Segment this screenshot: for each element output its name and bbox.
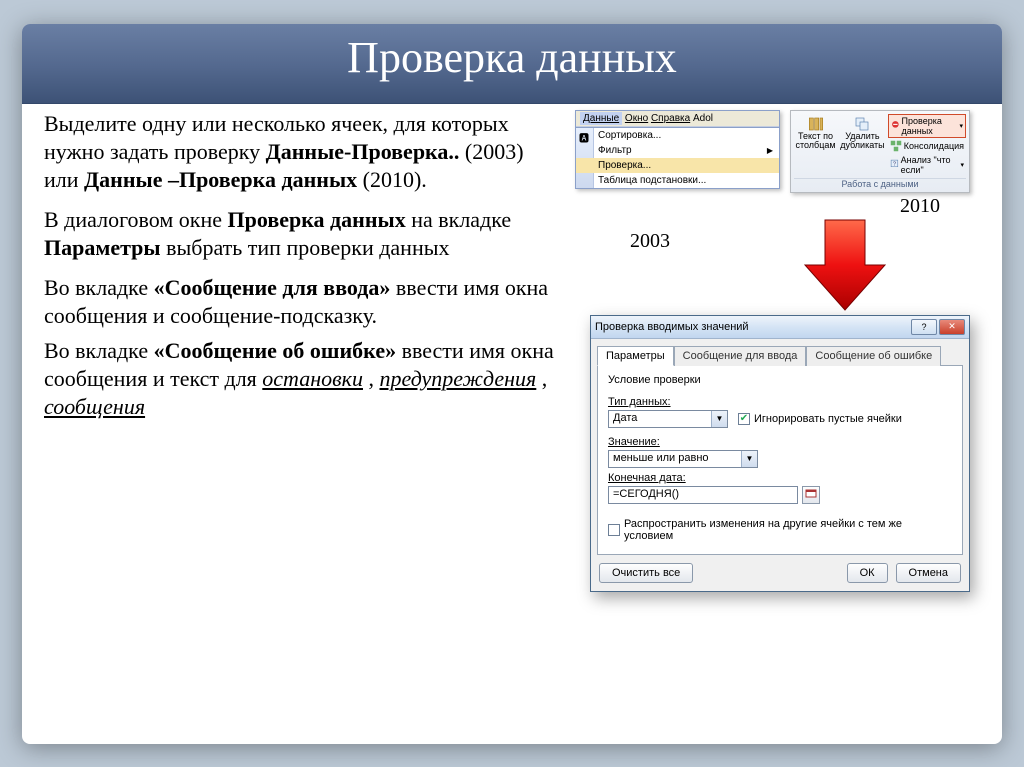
clear-all-button[interactable]: Очистить все	[599, 563, 693, 583]
text: выбрать тип проверки данных	[166, 235, 449, 260]
content: Выделите одну или несколько ячеек, для к…	[22, 104, 1002, 444]
slide-title: Проверка данных	[22, 24, 1002, 104]
caption-2010: 2010	[900, 195, 940, 218]
text: ,	[542, 366, 548, 391]
ok-button[interactable]: ОК	[847, 563, 888, 583]
group-title: Условие проверки	[608, 374, 952, 386]
label-data-type: Тип данных:	[608, 396, 728, 408]
dialog-footer: Очистить все ОК Отмена	[591, 555, 969, 591]
red-down-arrow-icon	[800, 215, 890, 315]
menu-help[interactable]: Справка	[651, 113, 690, 124]
close-button[interactable]: ✕	[939, 319, 965, 335]
combo-value: меньше или равно	[609, 451, 741, 467]
text-bold: «Сообщение об ошибке»	[154, 338, 396, 363]
field-data-type: Тип данных: Дата ▼	[608, 396, 728, 428]
tab-parameters[interactable]: Параметры	[597, 346, 674, 366]
text-bold: Данные –Проверка данных	[84, 167, 357, 192]
help-button[interactable]: ?	[911, 319, 937, 335]
paragraph-3: Во вкладке «Сообщение для ввода» ввести …	[44, 274, 560, 330]
caption-2003: 2003	[630, 230, 670, 253]
submenu-arrow-icon: ▶	[767, 146, 773, 155]
paragraph-4: Во вкладке «Сообщение об ошибке» ввести …	[44, 337, 560, 421]
ribbon-remove-duplicates[interactable]: Удалить дубликаты	[840, 114, 885, 176]
svg-text:?: ?	[893, 161, 896, 167]
paragraph-1: Выделите одну или несколько ячеек, для к…	[44, 110, 560, 194]
menu-item-validation[interactable]: Проверка...	[576, 158, 779, 173]
text-underline: предупреждения	[379, 366, 536, 391]
text-underline: сообщения	[44, 394, 145, 419]
validation-dialog: Проверка вводимых значений ? ✕ Параметры…	[590, 315, 970, 592]
menu-item-table[interactable]: Таблица подстановки...	[576, 173, 779, 188]
menu-window[interactable]: Окно	[625, 113, 648, 124]
text-bold: «Сообщение для ввода»	[154, 275, 391, 300]
dialog-titlebar: Проверка вводимых значений ? ✕	[591, 316, 969, 339]
dropdown-arrow-icon[interactable]: ▼	[741, 451, 757, 467]
text-bold: Проверка данных	[228, 207, 406, 232]
columns-icon	[808, 116, 824, 132]
text-bold: Данные-Проверка..	[266, 139, 460, 164]
ribbon-data-validation[interactable]: Проверка данных▾	[888, 114, 966, 138]
dropdown-arrow-icon[interactable]: ▼	[711, 411, 727, 427]
excel-2003-menu: Данные Окно Справка Adol 🅰 Сортировка...…	[575, 110, 780, 189]
tab-input-message[interactable]: Сообщение для ввода	[674, 346, 807, 366]
checkbox-icon	[608, 524, 620, 536]
label-value: Значение:	[608, 436, 952, 448]
field-value: Значение: меньше или равно ▼	[608, 436, 952, 468]
menubar: Данные Окно Справка Adol	[576, 111, 779, 127]
menu-item-sort[interactable]: 🅰 Сортировка...	[576, 128, 779, 143]
menu-item-filter[interactable]: Фильтр▶	[576, 143, 779, 158]
ribbon-row: Текст по столбцам Удалить дубликаты	[794, 114, 966, 176]
paragraph-2: В диалоговом окне Проверка данных на вкл…	[44, 206, 560, 262]
text: на вкладке	[411, 207, 511, 232]
input-value: =СЕГОДНЯ()	[609, 487, 797, 503]
dialog-title: Проверка вводимых значений	[595, 321, 909, 333]
duplicates-icon	[854, 116, 870, 132]
dropdown: 🅰 Сортировка... Фильтр▶ Проверка... Табл…	[576, 127, 779, 188]
ribbon-what-if[interactable]: ? Анализ "что если"▾	[888, 154, 966, 176]
menu-extra[interactable]: Adol	[693, 113, 713, 124]
excel-2010-ribbon: Текст по столбцам Удалить дубликаты	[790, 110, 970, 193]
text-column: Выделите одну или несколько ячеек, для к…	[44, 110, 560, 434]
text: Во вкладке	[44, 338, 154, 363]
field-end-date: Конечная дата: =СЕГОДНЯ()	[608, 472, 952, 504]
checkbox-ignore-blank[interactable]: ✔ Игнорировать пустые ячейки	[738, 413, 902, 425]
text-bold: Параметры	[44, 235, 161, 260]
text: (2010).	[363, 167, 427, 192]
checkbox-propagate[interactable]: Распространить изменения на другие ячейк…	[608, 518, 952, 542]
dialog-tabs: Параметры Сообщение для ввода Сообщение …	[597, 345, 963, 365]
tab-error-message[interactable]: Сообщение об ошибке	[806, 346, 941, 366]
whatif-icon: ?	[890, 159, 899, 171]
slide: Проверка данных Выделите одну или нескол…	[22, 24, 1002, 744]
combo-value: Дата	[609, 411, 711, 427]
input-end-date[interactable]: =СЕГОДНЯ()	[608, 486, 798, 504]
consolidate-icon	[890, 140, 902, 152]
ribbon-consolidation[interactable]: Консолидация	[888, 139, 966, 153]
text: Во вкладке	[44, 275, 154, 300]
ribbon-text-to-columns[interactable]: Текст по столбцам	[794, 114, 837, 176]
menu-data[interactable]: Данные	[580, 112, 622, 125]
checkbox-icon: ✔	[738, 413, 750, 425]
text: ,	[368, 366, 379, 391]
text-underline: остановки	[262, 366, 363, 391]
checkbox-label: Распространить изменения на другие ячейк…	[624, 518, 952, 542]
label-end-date: Конечная дата:	[608, 472, 952, 484]
combo-value-operator[interactable]: меньше или равно ▼	[608, 450, 758, 468]
thumbnails-column: Данные Окно Справка Adol 🅰 Сортировка...…	[560, 110, 980, 434]
ribbon-group-label: Работа с данными	[794, 178, 966, 189]
cancel-button[interactable]: Отмена	[896, 563, 961, 583]
text: В диалоговом окне	[44, 207, 228, 232]
range-picker-icon	[805, 489, 817, 501]
dialog-panel: Условие проверки Тип данных: Дата ▼ ✔ Иг…	[597, 365, 963, 555]
validation-icon	[891, 120, 900, 132]
checkbox-label: Игнорировать пустые ячейки	[754, 413, 902, 425]
combo-data-type[interactable]: Дата ▼	[608, 410, 728, 428]
range-picker-button[interactable]	[802, 486, 820, 504]
